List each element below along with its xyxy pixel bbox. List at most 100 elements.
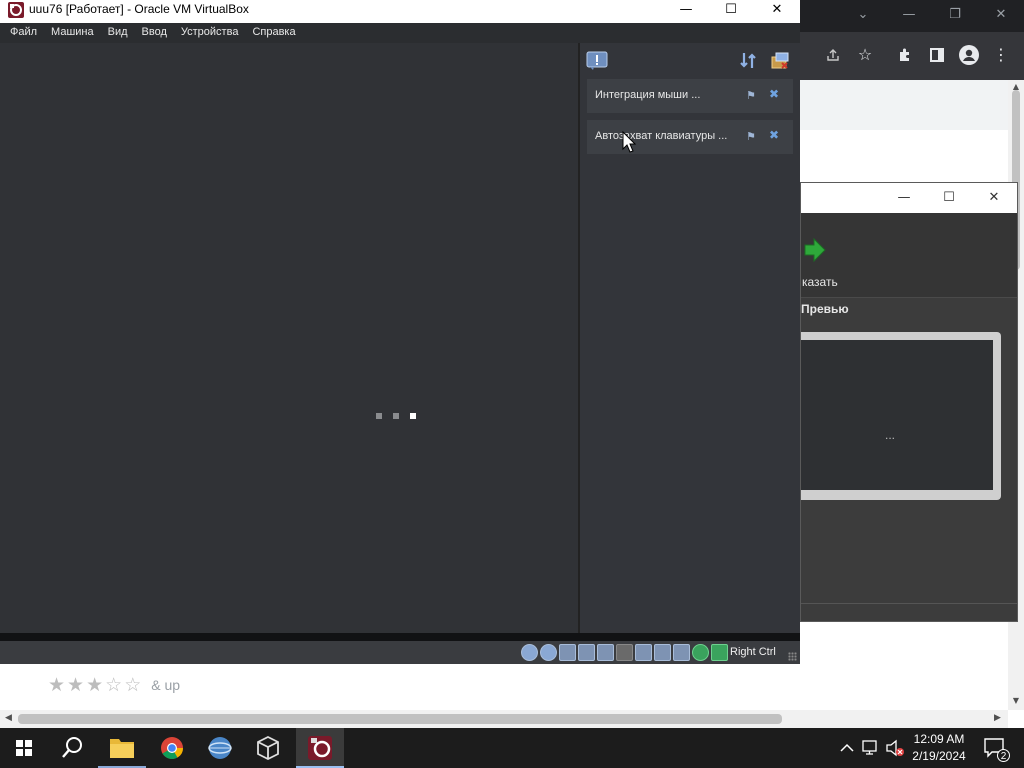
star-empty-icon: ☆	[124, 674, 142, 696]
action-center-icon[interactable]: 2	[980, 728, 1010, 768]
clock-time: 12:09 AM	[913, 732, 965, 746]
star-filled-icon: ★	[48, 674, 66, 696]
close-icon[interactable]: ✖	[769, 87, 779, 101]
manager-close-button[interactable]: ✕	[971, 183, 1017, 213]
rating-label: & up	[151, 677, 181, 693]
sort-icon[interactable]	[738, 51, 760, 71]
virtualbox-manager-icon[interactable]	[244, 728, 292, 768]
notification-center-icon[interactable]	[586, 51, 608, 71]
profile-avatar-icon[interactable]	[954, 40, 984, 70]
share-icon[interactable]	[818, 40, 848, 70]
pin-icon[interactable]: ⚑	[746, 130, 756, 143]
start-button[interactable]	[0, 728, 48, 768]
browser-toolbar: ☆ ⋮	[800, 32, 1024, 80]
manager-maximize-button[interactable]: ☐	[926, 183, 972, 213]
virtualbox-manager-window: — ☐ ✕ казать Превью ...	[800, 182, 1018, 622]
vm-maximize-button[interactable]: ☐	[708, 0, 754, 23]
manager-minimize-button[interactable]: —	[881, 183, 927, 213]
recording-icon[interactable]	[654, 644, 671, 661]
scroll-down-icon[interactable]: ▼	[1011, 696, 1021, 705]
vm-display[interactable]	[0, 43, 578, 633]
preview-screen: ...	[801, 340, 993, 490]
taskbar: 12:09 AM 2/19/2024 2	[0, 728, 1024, 768]
extensions-icon[interactable]	[890, 40, 920, 70]
preview-heading: Превью	[801, 302, 849, 316]
show-hidden-icons-icon[interactable]	[838, 728, 856, 768]
system-clock[interactable]: 12:09 AM 2/19/2024	[898, 731, 980, 765]
loading-dot	[410, 413, 416, 419]
star-filled-icon: ★	[86, 674, 104, 696]
browser-titlebar: ⌄ — ❐ ✕	[800, 0, 1024, 32]
preview-frame: ...	[801, 332, 1001, 500]
status-bar: Right Ctrl	[0, 641, 800, 664]
notification-center: Интеграция мыши ... ⚑ ✖ Автозахват клави…	[578, 43, 800, 633]
pin-icon[interactable]: ⚑	[746, 89, 756, 102]
show-arrow-icon[interactable]	[803, 237, 827, 263]
menu-devices[interactable]: Устройства	[174, 23, 246, 43]
notification-item[interactable]: Интеграция мыши ... ⚑ ✖	[587, 79, 793, 113]
manager-toolbar: казать	[801, 213, 1017, 297]
browser-menu-icon[interactable]: ⋮	[986, 40, 1016, 70]
browser-minimize-button[interactable]: —	[886, 0, 932, 30]
loading-dot	[393, 413, 399, 419]
side-panel-icon[interactable]	[922, 40, 952, 70]
network-icon[interactable]	[578, 644, 595, 661]
star-empty-icon: ☆	[105, 674, 123, 696]
virtualization-icon[interactable]	[673, 644, 690, 661]
mouse-integration-icon[interactable]	[692, 644, 709, 661]
shared-folders-icon[interactable]	[616, 644, 633, 661]
audio-icon[interactable]	[559, 644, 576, 661]
mouse-cursor-icon	[622, 130, 637, 153]
resize-grip[interactable]	[788, 652, 797, 661]
browser-close-button[interactable]: ✕	[978, 0, 1024, 30]
virtualbox-vm-icon[interactable]	[296, 728, 344, 768]
network-tray-icon[interactable]	[860, 728, 880, 768]
clock-date: 2/19/2024	[912, 749, 966, 763]
manager-titlebar: — ☐ ✕	[801, 183, 1017, 213]
rating-filter[interactable]: ★ ★ ★ ☆ ☆ & up	[48, 674, 180, 696]
notification-item[interactable]: Автозахват клавиатуры ... ⚑ ✖	[587, 120, 793, 154]
scroll-left-icon[interactable]: ◀	[5, 713, 12, 723]
page-header-strip	[800, 80, 1008, 130]
loading-dot	[376, 413, 382, 419]
clear-all-icon[interactable]	[770, 51, 792, 71]
menu-file[interactable]: Файл	[3, 23, 44, 43]
virtualbox-logo-icon	[8, 2, 24, 18]
scroll-right-icon[interactable]: ▶	[994, 713, 1001, 723]
host-key-label: Right Ctrl	[730, 646, 776, 658]
menu-bar: Файл Машина Вид Ввод Устройства Справка	[0, 23, 800, 43]
file-explorer-icon[interactable]	[98, 728, 146, 768]
menu-view[interactable]: Вид	[101, 23, 135, 43]
preview-dots: ...	[885, 428, 896, 442]
menu-input[interactable]: Ввод	[135, 23, 174, 43]
vm-minimize-button[interactable]: —	[663, 0, 709, 23]
chevron-down-icon[interactable]: ⌄	[840, 0, 886, 30]
vm-titlebar: uuu76 [Работает] - Oracle VM VirtualBox …	[0, 0, 800, 23]
loading-indicator	[376, 413, 416, 419]
display-icon[interactable]	[635, 644, 652, 661]
keyboard-capture-icon[interactable]	[711, 644, 728, 661]
bookmark-star-icon[interactable]: ☆	[850, 40, 880, 70]
search-icon[interactable]	[48, 728, 96, 768]
optical-drive-icon[interactable]	[540, 644, 557, 661]
browser-restore-button[interactable]: ❐	[932, 0, 978, 30]
star-filled-icon: ★	[67, 674, 85, 696]
usb-icon[interactable]	[597, 644, 614, 661]
globe-app-icon[interactable]	[196, 728, 244, 768]
close-icon[interactable]: ✖	[769, 128, 779, 142]
show-button-label[interactable]: казать	[802, 275, 838, 289]
chrome-icon[interactable]	[148, 728, 196, 768]
notification-text: Интеграция мыши ...	[595, 89, 701, 101]
vm-close-button[interactable]: ✕	[754, 0, 800, 23]
device-indicators	[521, 644, 728, 661]
divider	[801, 297, 1017, 298]
vm-window: uuu76 [Работает] - Oracle VM VirtualBox …	[0, 0, 800, 664]
scrollbar-thumb[interactable]	[18, 714, 782, 724]
menu-help[interactable]: Справка	[245, 23, 302, 43]
horizontal-scrollbar[interactable]: ◀ ▶	[0, 710, 1008, 728]
hard-disk-icon[interactable]	[521, 644, 538, 661]
menu-machine[interactable]: Машина	[44, 23, 101, 43]
notification-text: Автозахват клавиатуры ...	[595, 130, 728, 142]
divider	[801, 603, 1017, 604]
window-title: uuu76 [Работает] - Oracle VM VirtualBox	[29, 2, 249, 16]
